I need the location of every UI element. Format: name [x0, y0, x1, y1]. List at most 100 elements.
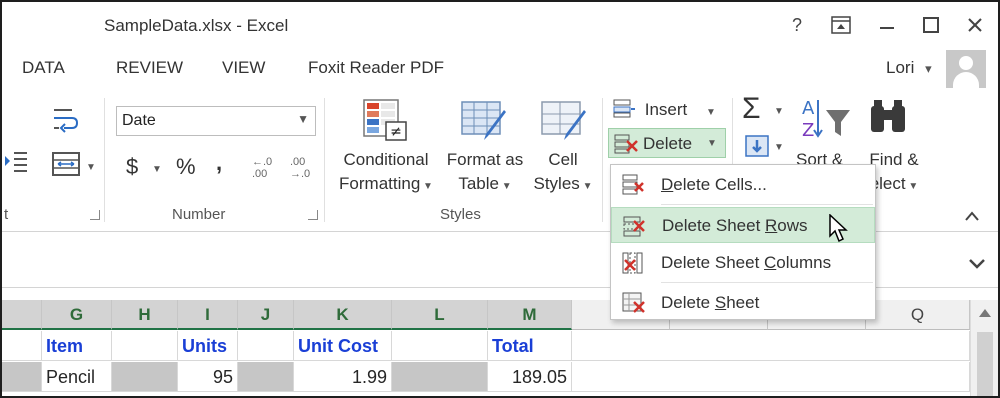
indent-icon[interactable] [4, 150, 28, 172]
column-header-blank[interactable] [2, 300, 42, 330]
increase-decimal-button[interactable]: ←.0 .00 [252, 156, 278, 180]
menu-item-label: Delete Sheet [661, 293, 760, 312]
insert-cells-icon [613, 99, 635, 118]
cell-unit-cost-header[interactable]: Unit Cost [294, 331, 392, 361]
delete-button[interactable]: Delete ▼ [608, 128, 726, 158]
user-account[interactable]: Lori ▾ [886, 58, 932, 78]
column-header-j[interactable]: J [238, 300, 294, 330]
fill-icon[interactable] [744, 134, 770, 158]
styles-group-label: Styles [440, 206, 481, 223]
column-header-l[interactable]: L [392, 300, 488, 330]
scrollbar-thumb[interactable] [977, 332, 993, 396]
find-binoculars-icon [871, 100, 905, 132]
cell[interactable] [238, 331, 294, 361]
user-dropdown-icon: ▾ [925, 61, 932, 76]
cell-item-value[interactable]: Pencil [42, 362, 112, 392]
column-header-g[interactable]: G [42, 300, 112, 330]
menu-item-label: Delete Sheet Columns [661, 253, 832, 272]
format-as-table-button[interactable]: Format as Table ▼ [442, 148, 528, 199]
cell[interactable] [392, 362, 488, 392]
excel-window: SampleData.xlsx - Excel ? DATA REVIEW VI… [0, 0, 1000, 398]
tab-foxit-reader-pdf[interactable]: Foxit Reader PDF [308, 58, 444, 78]
cell-item-header[interactable]: Item [42, 331, 112, 361]
tab-view[interactable]: VIEW [222, 58, 265, 78]
autosum-dropdown-icon[interactable]: ▼ [774, 106, 784, 117]
chevron-down-icon: ▼ [297, 112, 309, 126]
scroll-up-icon[interactable] [978, 308, 992, 318]
cell[interactable] [112, 362, 178, 392]
cell-styles-icon [541, 101, 586, 140]
cell[interactable] [392, 331, 488, 361]
alignment-launcher-icon[interactable] [90, 210, 100, 220]
insert-button[interactable]: Insert ▼ [612, 98, 716, 122]
percent-button[interactable]: % [176, 154, 196, 180]
column-header-k[interactable]: K [294, 300, 392, 330]
cell[interactable] [2, 362, 42, 392]
cell-units-value[interactable]: 95 [178, 362, 238, 392]
menu-item-delete-cells[interactable]: Delete Cells... [611, 167, 875, 203]
vertical-scrollbar[interactable] [970, 300, 998, 396]
title-bar: SampleData.xlsx - Excel ? [2, 2, 998, 48]
tab-review[interactable]: REVIEW [116, 58, 183, 78]
menu-item-label: Delete Sheet Rows [662, 216, 808, 235]
number-format-value: Date [122, 112, 156, 129]
merge-dropdown-icon[interactable]: ▼ [86, 162, 96, 173]
cell[interactable] [238, 362, 294, 392]
cell[interactable] [572, 331, 970, 361]
expand-formula-bar-icon[interactable] [968, 258, 986, 270]
conditional-formatting-label-1: Conditional [343, 150, 429, 169]
number-group-label: Number [172, 206, 226, 223]
menu-item-delete-sheet-columns[interactable]: Delete Sheet Columns [611, 245, 875, 281]
ribbon-tabs: DATA REVIEW VIEW Foxit Reader PDF Lori ▾ [2, 48, 998, 88]
minimize-icon[interactable] [872, 12, 902, 38]
wrap-text-icon[interactable] [52, 106, 80, 134]
help-button[interactable]: ? [782, 12, 812, 38]
menu-item-delete-sheet-rows[interactable]: Delete Sheet Rows [611, 207, 875, 243]
maximize-icon[interactable] [916, 12, 946, 38]
cell-units-header[interactable]: Units [178, 331, 238, 361]
conditional-formatting-button[interactable]: Conditional Formatting ▼ [336, 148, 436, 199]
cell[interactable] [572, 362, 970, 392]
format-as-table-label-1: Format as [446, 150, 524, 169]
collapse-ribbon-icon[interactable] [964, 210, 980, 222]
column-header-h[interactable]: H [112, 300, 178, 330]
avatar[interactable] [946, 50, 986, 90]
column-header-i[interactable]: I [178, 300, 238, 330]
alignment-group-label: t [4, 206, 9, 223]
format-as-table-icon [461, 101, 506, 140]
delete-columns-icon [622, 252, 643, 274]
ribbon-display-options-icon[interactable] [826, 12, 856, 38]
comma-style-button[interactable]: , [216, 150, 222, 176]
column-header-m[interactable]: M [488, 300, 572, 330]
cell-total-header[interactable]: Total [488, 331, 572, 361]
tab-data[interactable]: DATA [22, 58, 65, 78]
close-icon[interactable] [960, 12, 990, 38]
number-launcher-icon[interactable] [308, 210, 318, 220]
fill-dropdown-icon[interactable]: ▼ [774, 142, 784, 153]
insert-label: Insert [644, 100, 688, 119]
conditional-formatting-icon: ≠ [363, 99, 407, 141]
svg-text:A: A [802, 98, 815, 119]
svg-text:≠: ≠ [390, 124, 402, 140]
cell-unit-cost-value[interactable]: 1.99 [294, 362, 392, 392]
delete-dropdown-menu: Delete Cells... Delete Sheet Rows Delete… [610, 164, 876, 320]
merge-center-icon[interactable] [52, 152, 80, 176]
mouse-cursor-icon [829, 214, 848, 243]
autosum-icon[interactable]: Σ [742, 92, 761, 126]
sort-filter-icon: A Z [802, 98, 850, 141]
cell[interactable] [2, 331, 42, 361]
delete-label: Delete [643, 134, 693, 153]
cell-styles-label-2: Styles [533, 174, 580, 193]
number-format-select[interactable]: Date ▼ [116, 106, 316, 136]
column-header-q[interactable]: Q [866, 300, 970, 330]
decrease-decimal-button[interactable]: .00 →.0 [290, 156, 316, 180]
delete-cells-icon [622, 174, 644, 195]
menu-item-delete-sheet[interactable]: Delete Sheet [611, 285, 875, 321]
delete-rows-icon [623, 216, 645, 237]
currency-button[interactable]: $ [126, 154, 138, 180]
cell-styles-button[interactable]: Cell Styles ▼ [530, 148, 596, 199]
cell-total-value[interactable]: 189.05 [488, 362, 572, 392]
cell[interactable] [112, 331, 178, 361]
currency-dropdown-icon[interactable]: ▼ [152, 164, 162, 175]
user-name: Lori [886, 58, 915, 77]
